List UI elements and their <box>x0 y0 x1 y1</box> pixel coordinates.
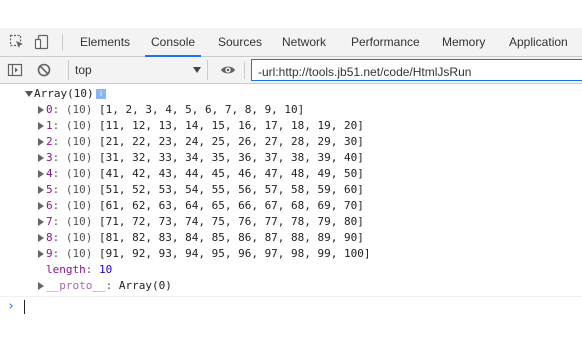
array-entry-row[interactable]: 8: (10) [81, 82, 83, 84, 85, 86, 87, 88,… <box>0 230 420 246</box>
chevron-down-icon <box>193 67 201 73</box>
entry-length: (10) <box>65 231 93 244</box>
array-entry-row[interactable]: 7: (10) [71, 72, 73, 74, 75, 76, 77, 78,… <box>0 214 420 230</box>
array-entry-row[interactable]: 6: (10) [61, 62, 63, 64, 65, 66, 67, 68,… <box>0 198 420 214</box>
toolbar-divider <box>62 34 63 51</box>
tab-application[interactable]: Application <box>509 28 568 56</box>
entry-values: [51, 52, 53, 54, 55, 56, 57, 58, 59, 60] <box>99 183 364 196</box>
expand-triangle-icon[interactable] <box>38 122 44 130</box>
array-header-text: Array(10) <box>34 87 94 100</box>
entry-length: (10) <box>65 199 93 212</box>
entry-values: [1, 2, 3, 4, 5, 6, 7, 8, 9, 10] <box>99 103 305 116</box>
live-expression-eye-icon[interactable] <box>220 62 236 78</box>
expand-triangle-icon[interactable] <box>38 186 44 194</box>
array-entry-row[interactable]: 0: (10) [1, 2, 3, 4, 5, 6, 7, 8, 9, 10] <box>0 102 420 118</box>
entry-index: 5 <box>46 183 53 196</box>
entry-index: 0 <box>46 103 53 116</box>
console-output: Array(10) i 0: (10) [1, 2, 3, 4, 5, 6, 7,… <box>0 86 582 296</box>
entry-values: [71, 72, 73, 74, 75, 76, 77, 78, 79, 80] <box>99 215 364 228</box>
expand-triangle-icon[interactable] <box>38 282 44 290</box>
text-cursor <box>24 300 25 314</box>
devtools-tab-bar: Elements Console Sources Network Perform… <box>0 28 582 57</box>
tab-sources[interactable]: Sources <box>218 28 262 56</box>
expand-triangle-icon[interactable] <box>38 154 44 162</box>
length-key: length <box>46 263 86 276</box>
sidebar-toggle-icon[interactable] <box>7 62 23 78</box>
entry-values: [11, 12, 13, 14, 15, 16, 17, 18, 19, 20] <box>99 119 364 132</box>
entry-length: (10) <box>65 167 93 180</box>
array-entry-row[interactable]: 5: (10) [51, 52, 53, 54, 55, 56, 57, 58,… <box>0 182 420 198</box>
expand-triangle-icon[interactable] <box>38 170 44 178</box>
entry-index: 6 <box>46 199 53 212</box>
tab-elements[interactable]: Elements <box>80 28 130 56</box>
array-entry-row[interactable]: 2: (10) [21, 22, 23, 24, 25, 26, 27, 28,… <box>0 134 420 150</box>
entry-length: (10) <box>65 135 93 148</box>
expand-triangle-icon[interactable] <box>38 234 44 242</box>
expand-triangle-icon[interactable] <box>38 218 44 226</box>
console-prompt[interactable]: › <box>0 296 582 316</box>
context-selector-value: top <box>75 63 92 77</box>
proto-row[interactable]: __proto__: Array(0) <box>0 278 300 294</box>
array-header-row[interactable]: Array(10) i <box>0 86 106 102</box>
length-row: length: 10 <box>46 263 113 276</box>
entry-values: [81, 82, 83, 84, 85, 86, 87, 88, 89, 90] <box>99 231 364 244</box>
entry-index: 2 <box>46 135 53 148</box>
length-value: 10 <box>99 263 113 276</box>
entry-values: [61, 62, 63, 64, 65, 66, 67, 68, 69, 70] <box>99 199 364 212</box>
tab-memory[interactable]: Memory <box>442 28 485 56</box>
entry-index: 3 <box>46 151 53 164</box>
expand-triangle-icon[interactable] <box>38 106 44 114</box>
collapse-triangle-icon[interactable] <box>25 91 33 97</box>
proto-key: __proto__ <box>46 279 106 292</box>
entry-length: (10) <box>65 247 93 260</box>
entry-index: 4 <box>46 167 53 180</box>
entry-values: [31, 32, 33, 34, 35, 36, 37, 38, 39, 40] <box>99 151 364 164</box>
entry-index: 7 <box>46 215 53 228</box>
entry-values: [41, 42, 43, 44, 45, 46, 47, 48, 49, 50] <box>99 167 364 180</box>
entry-length: (10) <box>65 119 93 132</box>
console-toolbar: top <box>0 57 582 84</box>
inspect-element-icon[interactable] <box>9 34 25 50</box>
proto-value: Array(0) <box>118 279 172 292</box>
entry-index: 8 <box>46 231 53 244</box>
array-entry-row[interactable]: 4: (10) [41, 42, 43, 44, 45, 46, 47, 48,… <box>0 166 420 182</box>
entry-values: [21, 22, 23, 24, 25, 26, 27, 28, 29, 30] <box>99 135 364 148</box>
clear-console-icon[interactable] <box>36 62 52 78</box>
toolbar-divider <box>244 62 245 79</box>
expand-triangle-icon[interactable] <box>38 202 44 210</box>
tab-performance[interactable]: Performance <box>351 28 420 56</box>
expand-triangle-icon[interactable] <box>38 250 44 258</box>
prompt-chevron-icon: › <box>7 299 15 314</box>
entry-length: (10) <box>65 183 93 196</box>
array-entry-row[interactable]: 3: (10) [31, 32, 33, 34, 35, 36, 37, 38,… <box>0 150 420 166</box>
device-toolbar-icon[interactable] <box>34 34 50 50</box>
entry-values: [91, 92, 93, 94, 95, 96, 97, 98, 99, 100… <box>99 247 371 260</box>
console-filter-input[interactable] <box>251 59 582 81</box>
entry-index: 1 <box>46 119 53 132</box>
entry-length: (10) <box>65 103 93 116</box>
info-icon[interactable]: i <box>96 89 106 99</box>
tab-network[interactable]: Network <box>282 28 326 56</box>
context-selector[interactable]: top <box>68 60 208 80</box>
entry-length: (10) <box>65 151 93 164</box>
entry-index: 9 <box>46 247 53 260</box>
expand-triangle-icon[interactable] <box>38 138 44 146</box>
tab-console[interactable]: Console <box>144 28 202 57</box>
array-entry-row[interactable]: 9: (10) [91, 92, 93, 94, 95, 96, 97, 98,… <box>0 246 420 262</box>
window-top-area <box>0 0 582 28</box>
entry-length: (10) <box>65 215 93 228</box>
array-entry-row[interactable]: 1: (10) [11, 12, 13, 14, 15, 16, 17, 18,… <box>0 118 420 134</box>
